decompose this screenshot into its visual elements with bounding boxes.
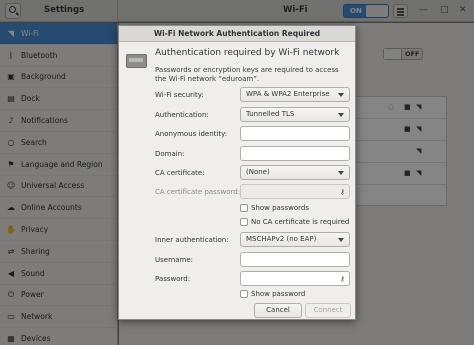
checkbox-box[interactable] <box>240 204 248 212</box>
wifi-auth-dialog: Wi-Fi Network Authentication Required Au… <box>118 25 356 320</box>
ca-certificate-password-input[interactable]: ⚷ <box>240 184 350 199</box>
domain-input[interactable] <box>240 146 350 161</box>
checkbox-box[interactable] <box>240 290 248 298</box>
dialog-heading: Authentication required by Wi-Fi network <box>155 48 340 58</box>
password-options-icon[interactable]: ⚷ <box>340 188 345 196</box>
connect-button[interactable]: Connect <box>305 303 351 318</box>
anonymous-identity-input[interactable] <box>240 126 350 141</box>
ca-certificate-label: CA certificate: <box>155 169 205 177</box>
wifi-security-select[interactable]: WPA & WPA2 Enterprise <box>240 87 350 102</box>
password-options-icon[interactable]: ⚷ <box>340 275 345 283</box>
chevron-down-icon <box>338 238 344 242</box>
dialog-title: Wi-Fi Network Authentication Required <box>119 26 355 42</box>
no-ca-required-label: No CA certificate is required <box>251 218 350 226</box>
wifi-security-label: Wi-Fi security: <box>155 91 204 99</box>
authentication-select[interactable]: Tunnelled TLS <box>240 107 350 122</box>
chevron-down-icon <box>338 113 344 117</box>
password-label: Password: <box>155 275 191 283</box>
authentication-label: Authentication: <box>155 111 209 119</box>
inner-authentication-label: Inner authentication: <box>155 236 229 244</box>
no-ca-required-checkbox[interactable]: No CA certificate is required <box>240 218 349 226</box>
show-password-checkbox[interactable]: Show password <box>240 290 305 298</box>
anonymous-identity-label: Anonymous identity: <box>155 130 228 138</box>
domain-label: Domain: <box>155 150 185 158</box>
inner-authentication-value: MSCHAPv2 (no EAP) <box>246 235 317 243</box>
cancel-button[interactable]: Cancel <box>254 303 302 318</box>
ca-certificate-select[interactable]: (None) <box>240 165 350 180</box>
show-passwords-checkbox[interactable]: Show passwords <box>240 204 309 212</box>
ca-certificate-password-label: CA certificate password: <box>155 188 241 196</box>
checkbox-box[interactable] <box>240 218 248 226</box>
chevron-down-icon <box>338 171 344 175</box>
inner-authentication-select[interactable]: MSCHAPv2 (no EAP) <box>240 232 350 247</box>
ca-certificate-value: (None) <box>246 168 270 176</box>
username-label: Username: <box>155 256 194 264</box>
authentication-value: Tunnelled TLS <box>246 110 295 118</box>
wifi-security-value: WPA & WPA2 Enterprise <box>246 90 330 98</box>
show-password-label: Show password <box>251 290 306 298</box>
show-passwords-label: Show passwords <box>251 204 309 212</box>
username-input[interactable] <box>240 252 350 267</box>
dialog-description: Passwords or encryption keys are require… <box>155 66 339 83</box>
chevron-down-icon <box>338 93 344 97</box>
password-input[interactable]: ⚷ <box>240 271 350 286</box>
network-card-icon <box>126 54 147 68</box>
